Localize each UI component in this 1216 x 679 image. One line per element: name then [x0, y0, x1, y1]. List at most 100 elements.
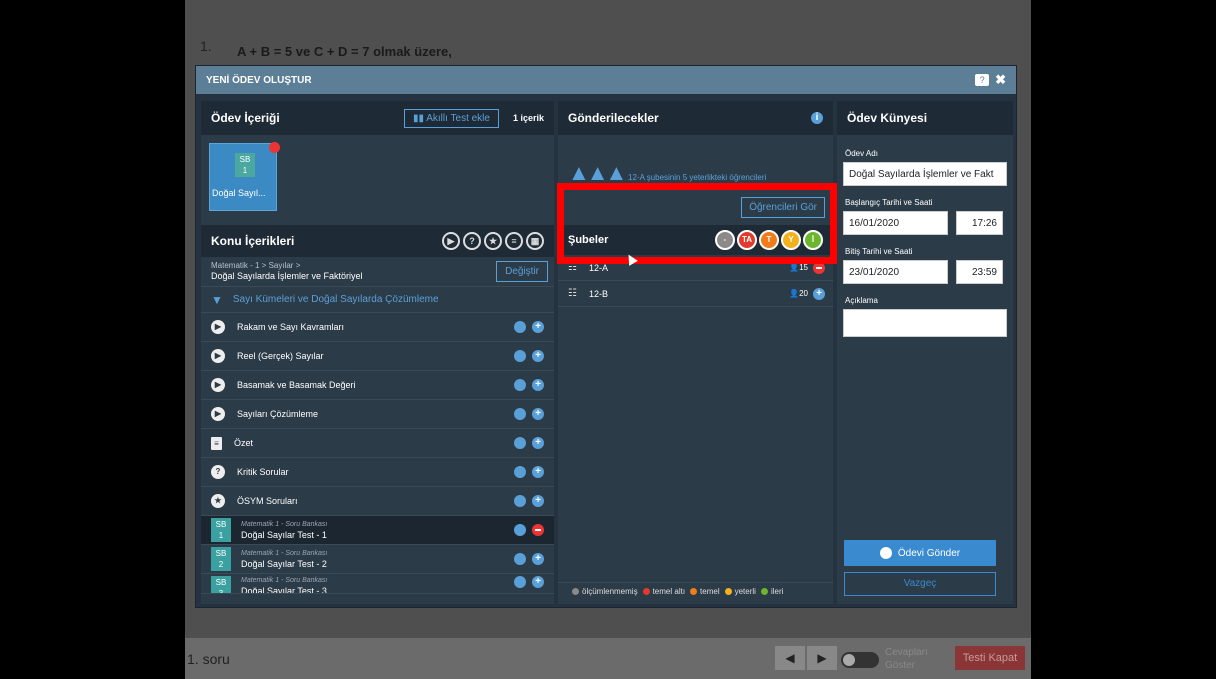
breadcrumb-prefix: Matematik - 1 > Sayılar >: [211, 261, 301, 270]
description-input[interactable]: [843, 309, 1007, 337]
topics-title: Konu İçerikleri: [211, 234, 295, 248]
preview-icon[interactable]: [514, 321, 526, 333]
change-topic-button[interactable]: Değiştir: [496, 261, 548, 282]
level-unmeasured-button[interactable]: -: [715, 230, 735, 250]
add-icon[interactable]: +: [532, 350, 544, 362]
list-item[interactable]: ▶ Sayıları Çözümleme +: [201, 400, 554, 429]
list-item-label: Reel (Gerçek) Sayılar: [237, 351, 324, 361]
branch-name: 12-B: [588, 288, 608, 299]
preview-icon[interactable]: [514, 553, 526, 565]
remove-icon[interactable]: [532, 524, 544, 536]
show-answers-label: Cevapları Göster: [885, 647, 928, 671]
homework-name-label: Ödev Adı: [845, 149, 878, 158]
play-filter-icon[interactable]: ▶: [442, 232, 460, 250]
start-date-input[interactable]: 16/01/2020: [843, 211, 948, 235]
level-advanced-button[interactable]: İ: [803, 230, 823, 250]
award-icon: ★: [211, 494, 225, 508]
preview-icon[interactable]: [514, 466, 526, 478]
add-smart-test-button[interactable]: ▮▮ Akıllı Test ekle: [404, 108, 499, 128]
close-test-button[interactable]: Testi Kapat: [955, 646, 1025, 670]
test-item[interactable]: SB 2 Matematik 1 - Soru Bankası Doğal Sayı…: [201, 545, 554, 574]
prev-question-button[interactable]: ◀: [775, 646, 805, 670]
level-sufficient-button[interactable]: Y: [781, 230, 801, 250]
level-below-basic-button[interactable]: TA: [737, 230, 757, 250]
description-label: Açıklama: [845, 296, 878, 305]
add-icon[interactable]: +: [532, 379, 544, 391]
branch-row[interactable]: ☷ 12-A 👤15: [558, 255, 833, 281]
add-icon[interactable]: +: [532, 321, 544, 333]
list-item[interactable]: ≡ Özet +: [201, 429, 554, 458]
test-name: Doğal Sayılar Test - 1: [241, 530, 327, 540]
award-filter-icon[interactable]: ★: [484, 232, 502, 250]
preview-icon[interactable]: [514, 524, 526, 536]
content-title: Ödev İçeriği: [211, 111, 280, 125]
remove-content-icon[interactable]: [269, 142, 280, 153]
add-icon[interactable]: +: [532, 553, 544, 565]
test-category: Matematik 1 - Soru Bankası: [241, 577, 328, 584]
content-area: SB 1 Doğal Sayıl...: [201, 135, 554, 225]
play-icon: ▶: [211, 407, 225, 421]
document-filter-icon[interactable]: ≡: [505, 232, 523, 250]
close-icon[interactable]: ✖: [995, 72, 1006, 88]
homework-name-input[interactable]: Doğal Sayılarda İşlemler ve Fakt: [843, 162, 1007, 186]
cancel-button[interactable]: Vazgeç: [844, 572, 996, 596]
list-item[interactable]: ▶ Rakam ve Sayı Kavramları +: [201, 313, 554, 342]
question-icon: ?: [211, 465, 225, 479]
end-date-input[interactable]: 23/01/2020: [843, 260, 948, 284]
preview-icon[interactable]: [514, 495, 526, 507]
add-branch-icon[interactable]: +: [813, 287, 825, 300]
test-badge-type: SB: [215, 549, 227, 558]
test-badge: SB 3: [211, 576, 231, 593]
preview-icon[interactable]: [514, 437, 526, 449]
grid-filter-icon[interactable]: ▦: [526, 232, 544, 250]
card-badge-type: SB: [239, 155, 251, 164]
student-count: 👤20: [789, 289, 808, 298]
preview-icon[interactable]: [514, 350, 526, 362]
breadcrumb: Matematik - 1 > Sayılar > Doğal Sayılard…: [211, 261, 496, 282]
help-icon[interactable]: ?: [975, 74, 990, 86]
breadcrumb-title: Doğal Sayılarda İşlemler ve Faktöriyel: [211, 271, 363, 281]
add-icon[interactable]: +: [532, 437, 544, 449]
test-name: Doğal Sayılar Test - 2: [241, 559, 327, 569]
legend-dot: [724, 588, 732, 595]
test-name: Doğal Sayılar Test - 3: [241, 586, 327, 594]
show-answers-toggle[interactable]: [841, 652, 879, 668]
list-item[interactable]: ★ ÖSYM Soruları +: [201, 487, 554, 516]
next-question-button[interactable]: ▶: [807, 646, 837, 670]
test-item[interactable]: SB 3 Matematik 1 - Soru Bankası Doğal Sayı…: [201, 574, 554, 594]
test-item[interactable]: SB 1 Matematik 1 - Soru Bankası Doğal Sayı…: [201, 516, 554, 545]
add-icon[interactable]: +: [532, 576, 544, 588]
list-item-label: Rakam ve Sayı Kavramları: [237, 322, 345, 332]
question-indicator: 1. soru: [187, 651, 230, 667]
preview-icon[interactable]: [514, 408, 526, 420]
question-text: A + B = 5 ve C + D = 7 olmak üzere,: [237, 44, 452, 59]
list-item[interactable]: ? Kritik Sorular +: [201, 458, 554, 487]
branch-name: 12-A: [588, 262, 608, 273]
preview-icon[interactable]: [514, 379, 526, 391]
info-icon[interactable]: i: [811, 112, 823, 124]
test-badge-number: 1: [218, 531, 224, 540]
add-icon[interactable]: +: [532, 466, 544, 478]
student-count: 👤15: [789, 263, 808, 272]
level-basic-button[interactable]: T: [759, 230, 779, 250]
group-icon: ☷: [568, 262, 577, 273]
list-item[interactable]: ▶ Basamak ve Basamak Değeri +: [201, 371, 554, 400]
branch-row[interactable]: ☷ 12-B 👤20 +: [558, 281, 833, 307]
test-badge: SB 2: [211, 547, 231, 571]
view-students-button[interactable]: Öğrencileri Gör: [741, 197, 825, 218]
start-time-input[interactable]: 17:26: [956, 211, 1003, 235]
end-time-input[interactable]: 23:59: [956, 260, 1003, 284]
remove-branch-icon[interactable]: [813, 261, 825, 274]
legend-label: temel altı: [652, 587, 686, 596]
add-icon[interactable]: +: [532, 408, 544, 420]
content-card[interactable]: SB 1 Doğal Sayıl...: [209, 142, 280, 211]
branches-header: Şubeler - TA T Y İ: [558, 225, 833, 255]
question-filter-icon[interactable]: ?: [463, 232, 481, 250]
add-icon[interactable]: +: [532, 495, 544, 507]
preview-icon[interactable]: [514, 576, 526, 588]
list-item[interactable]: ▶ Reel (Gerçek) Sayılar +: [201, 342, 554, 371]
legend-dot: [642, 588, 650, 595]
send-homework-button[interactable]: Ödevi Gönder: [844, 540, 996, 566]
modal-title: YENİ ÖDEV OLUŞTUR: [206, 74, 312, 86]
student-count-value: 20: [799, 289, 808, 298]
